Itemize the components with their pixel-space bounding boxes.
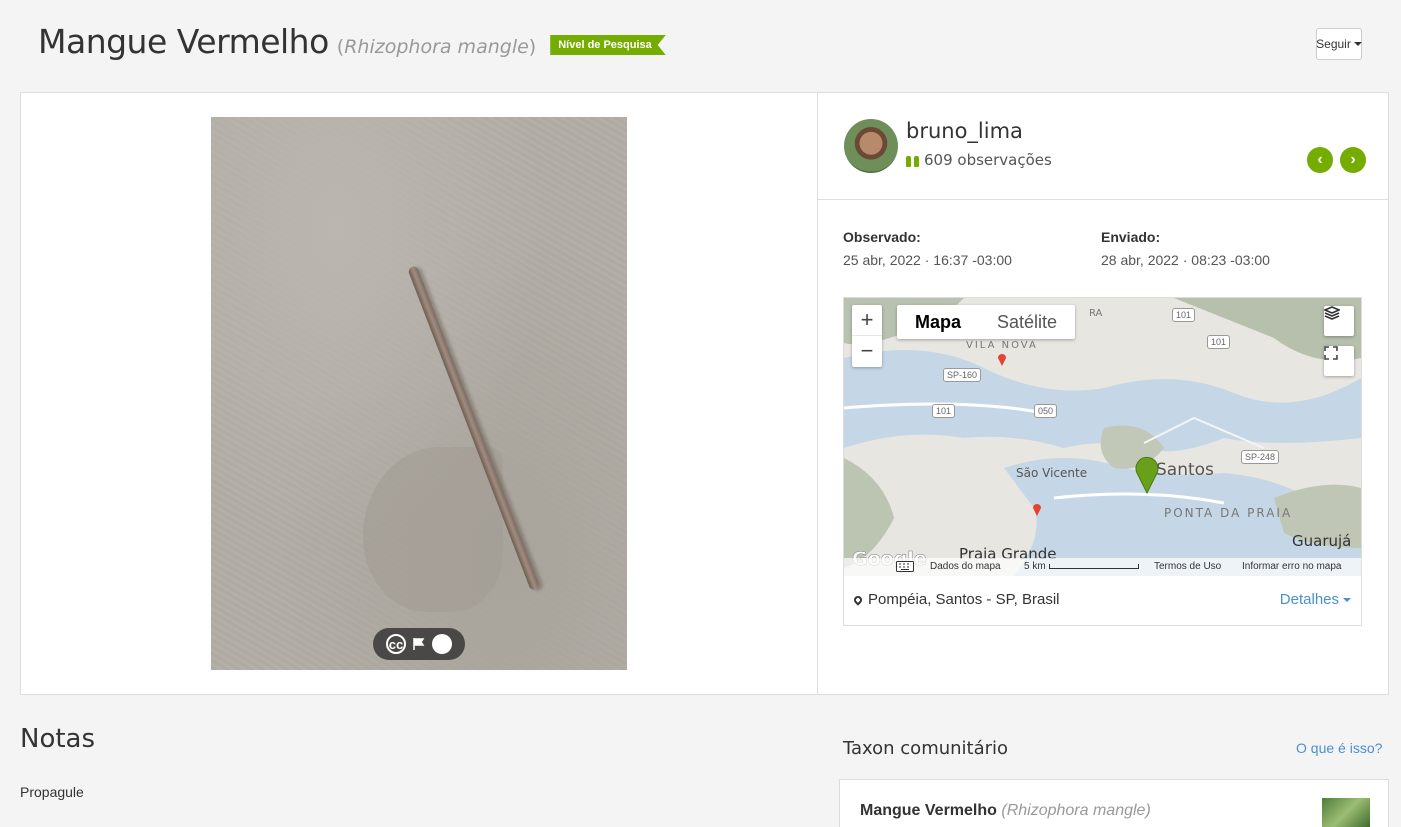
photo-tools: cc i bbox=[373, 628, 465, 660]
caret-down-icon bbox=[1353, 42, 1362, 46]
follow-button[interactable]: Seguir bbox=[1316, 28, 1362, 60]
observation-photo[interactable]: cc i bbox=[211, 117, 627, 670]
road-shield-101-north: 101 bbox=[1172, 308, 1196, 322]
details-label: Detalhes bbox=[1279, 591, 1339, 608]
observation-panel: cc i bruno_lima 609 observações ‹ › Obse… bbox=[20, 92, 1389, 695]
map-scale-label: 5 km bbox=[1024, 561, 1046, 572]
community-taxon-heading: Taxon comunitário bbox=[843, 738, 1009, 759]
map-zoom-control: + − bbox=[852, 305, 882, 367]
submitted-label: Enviado: bbox=[1101, 229, 1161, 245]
map-label-santos: Santos bbox=[1156, 460, 1214, 480]
map-label-vila-nova: VILA NOVA bbox=[966, 340, 1038, 351]
page-title: Mangue Vermelho (Rhizophora mangle) Níve… bbox=[38, 22, 666, 61]
road-shield-050: 050 bbox=[1034, 404, 1058, 418]
map-terrain bbox=[844, 298, 1361, 576]
photo-sand-shadow bbox=[363, 447, 503, 612]
caret-down-icon bbox=[1343, 597, 1351, 602]
taxon-thumbnail[interactable] bbox=[1322, 798, 1370, 827]
previous-observation-button[interactable]: ‹ bbox=[1307, 147, 1333, 173]
observed-label: Observado: bbox=[843, 229, 921, 245]
binoculars-icon bbox=[906, 154, 919, 167]
map-scale-bar bbox=[1049, 564, 1139, 569]
community-taxon-name[interactable]: Mangue Vermelho (Rhizophora mangle) bbox=[860, 802, 1151, 820]
details-dropdown[interactable]: Detalhes bbox=[1280, 591, 1351, 608]
observation-header: Mangue Vermelho (Rhizophora mangle) Níve… bbox=[0, 0, 1401, 92]
chevron-right-icon: › bbox=[1350, 151, 1356, 168]
map-label-ponta-da-praia: PONTA DA PRAIA bbox=[1164, 506, 1293, 520]
observation-sidebar: bruno_lima 609 observações ‹ › Observado… bbox=[818, 93, 1388, 694]
map-label-ra: RA bbox=[1089, 308, 1103, 319]
report-map-error-link[interactable]: Informar erro no mapa bbox=[1242, 561, 1342, 572]
observer-observation-count[interactable]: 609 observações bbox=[906, 151, 1052, 169]
photo-column: cc i bbox=[21, 93, 818, 694]
info-icon[interactable]: i bbox=[432, 634, 452, 654]
community-taxon-scientific: (Rhizophora mangle) bbox=[1001, 802, 1151, 819]
map-label-sao-vicente: São Vicente bbox=[1016, 466, 1088, 480]
avatar[interactable] bbox=[844, 119, 898, 173]
notes-heading: Notas bbox=[20, 724, 96, 754]
map-pin-icon bbox=[852, 593, 864, 606]
observer-username[interactable]: bruno_lima bbox=[906, 119, 1023, 143]
road-shield-101: 101 bbox=[932, 404, 956, 418]
road-shield-101-east: 101 bbox=[1207, 335, 1231, 349]
taxon-scientific-name[interactable]: (Rhizophora mangle) bbox=[337, 36, 536, 58]
place-text: Pompéia, Santos - SP, Brasil bbox=[868, 591, 1060, 608]
chevron-left-icon: ‹ bbox=[1317, 151, 1323, 168]
map-type-map-button[interactable]: Mapa bbox=[897, 305, 979, 339]
cc-license-icon[interactable]: cc bbox=[386, 634, 406, 654]
zoom-out-button[interactable]: − bbox=[852, 336, 882, 367]
zoom-in-button[interactable]: + bbox=[852, 305, 882, 336]
layers-icon[interactable] bbox=[1324, 306, 1354, 336]
next-observation-button[interactable]: › bbox=[1340, 147, 1366, 173]
what-is-this-link[interactable]: O que é isso? bbox=[1296, 740, 1382, 756]
taxon-common-name[interactable]: Mangue Vermelho bbox=[38, 22, 329, 61]
observer-row: bruno_lima 609 observações ‹ › bbox=[818, 93, 1388, 200]
flag-icon[interactable] bbox=[412, 637, 426, 651]
observation-count-text: 609 observações bbox=[924, 151, 1052, 169]
map-type-toggle: Mapa Satélite bbox=[897, 305, 1076, 339]
road-shield-sp160: SP-160 bbox=[943, 368, 982, 382]
follow-label: Seguir bbox=[1316, 37, 1351, 51]
terms-of-use-link[interactable]: Termos de Uso bbox=[1154, 561, 1221, 572]
map-data-link[interactable]: Dados do mapa bbox=[930, 561, 1001, 572]
location-map[interactable]: VILA NOVA RA São Vicente Santos PONTA DA… bbox=[844, 298, 1361, 576]
quality-grade-badge: Nível de Pesquisa bbox=[550, 35, 666, 55]
community-taxon-card[interactable]: Mangue Vermelho (Rhizophora mangle) bbox=[839, 779, 1389, 827]
place-row: Pompéia, Santos - SP, Brasil Detalhes bbox=[844, 576, 1361, 625]
road-shield-sp248: SP-248 bbox=[1241, 450, 1280, 464]
notes-text: Propagule bbox=[20, 784, 84, 800]
location-map-card: VILA NOVA RA São Vicente Santos PONTA DA… bbox=[843, 297, 1362, 626]
observed-value: 25 abr, 2022 · 16:37 -03:00 bbox=[843, 252, 1012, 268]
place-guess: Pompéia, Santos - SP, Brasil bbox=[852, 591, 1060, 608]
fullscreen-icon[interactable] bbox=[1324, 346, 1354, 376]
map-type-satellite-button[interactable]: Satélite bbox=[979, 305, 1075, 339]
map-footer: Dados do mapa 5 km Termos de Uso Informa… bbox=[844, 558, 1361, 576]
map-label-guaruja: Guarujá bbox=[1292, 532, 1352, 550]
community-taxon-common: Mangue Vermelho bbox=[860, 802, 997, 819]
submitted-value: 28 abr, 2022 · 08:23 -03:00 bbox=[1101, 252, 1270, 268]
